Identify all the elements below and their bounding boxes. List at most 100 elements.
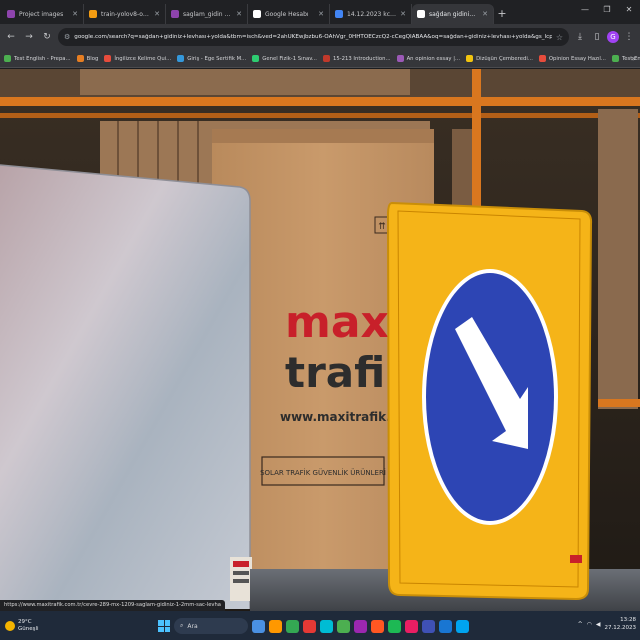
bookmark-item[interactable]: Dizüşün Çemberedi... bbox=[466, 55, 533, 62]
weather-widget[interactable]: 29°C Güneşli bbox=[0, 619, 70, 633]
brand-maxi-text: maxi bbox=[285, 297, 404, 348]
taskbar-app-icon[interactable] bbox=[388, 619, 401, 633]
tab-favicon-icon bbox=[7, 10, 15, 18]
bookmark-label: Dizüşün Çemberedi... bbox=[476, 55, 533, 62]
shelf-beam bbox=[0, 97, 640, 106]
reload-icon[interactable]: ↻ bbox=[40, 30, 54, 44]
bookmark-star-icon[interactable]: ☆ bbox=[556, 33, 563, 42]
search-label: Ara bbox=[187, 622, 198, 630]
tab-favicon-icon bbox=[417, 10, 425, 18]
bookmark-favicon-icon bbox=[76, 55, 84, 62]
speaker-icon[interactable]: ◀ bbox=[596, 621, 601, 628]
browser-tab[interactable]: Google Hesabı ✕ bbox=[248, 4, 330, 24]
bookmark-label: 15-213 Introduction... bbox=[332, 55, 391, 62]
weather-temp: 29°C bbox=[18, 618, 32, 625]
tab-close-icon[interactable]: ✕ bbox=[482, 10, 488, 18]
back-icon[interactable]: ← bbox=[4, 30, 18, 44]
site-info-icon[interactable]: ⚙ bbox=[64, 33, 70, 41]
taskbar-app-icon[interactable] bbox=[456, 619, 469, 633]
browser-tab[interactable]: Project images ✕ bbox=[2, 4, 84, 24]
product-line-text: SOLAR TRAFİK GÜVENLİK ÜRÜNLERİ bbox=[260, 468, 386, 477]
traffic-sign bbox=[386, 201, 593, 601]
bookmark-item[interactable]: 15-213 Introduction... bbox=[322, 55, 391, 62]
menu-icon[interactable]: ⋮ bbox=[622, 30, 636, 44]
restore-button[interactable]: ❐ bbox=[596, 0, 618, 20]
weather-desc: Güneşli bbox=[18, 625, 39, 632]
bookmark-item[interactable]: Genel Fizik-1 Sınav... bbox=[252, 55, 317, 62]
forward-icon[interactable]: → bbox=[22, 30, 36, 44]
bookmark-item[interactable]: Blog bbox=[76, 55, 99, 62]
bookmarks-more-icon[interactable]: » bbox=[631, 54, 636, 63]
bookmark-label: İngilizce Kelime Qui... bbox=[114, 55, 172, 62]
tab-close-icon[interactable]: ✕ bbox=[318, 10, 324, 18]
tab-favicon-icon bbox=[171, 10, 179, 18]
clock-time: 13:28 bbox=[620, 617, 636, 623]
browser-tab[interactable]: sağdan gidiniz levhası yolda ✕ bbox=[412, 4, 494, 24]
bookmark-label: Test English - Prepa... bbox=[14, 55, 71, 62]
bookmark-favicon-icon bbox=[104, 55, 112, 62]
bookmark-item[interactable]: Opinion Essay Hazıl... bbox=[538, 55, 606, 62]
url-field[interactable]: ⚙ google.com/search?q=sağdan+gidiniz+lev… bbox=[58, 28, 569, 46]
taskbar-app-icon[interactable] bbox=[371, 619, 384, 633]
taskbar-app-icon[interactable] bbox=[286, 619, 299, 633]
address-bar: ← → ↻ ⚙ google.com/search?q=sağdan+gidin… bbox=[0, 24, 640, 50]
taskbar-app-icon[interactable] bbox=[320, 619, 333, 633]
system-tray: ^ ◠ ◀ 13:28 27.12.2023 bbox=[578, 616, 636, 632]
tab-favicon-icon bbox=[253, 10, 261, 18]
bookmark-favicon-icon bbox=[177, 55, 185, 62]
bookmark-label: An opinion essay |... bbox=[406, 55, 461, 62]
taskbar-app-icon[interactable] bbox=[252, 619, 265, 633]
taskbar-app-icon[interactable] bbox=[269, 619, 282, 633]
tab-close-icon[interactable]: ✕ bbox=[154, 10, 160, 18]
clock[interactable]: 13:28 27.12.2023 bbox=[605, 616, 637, 632]
wifi-icon[interactable]: ◠ bbox=[587, 621, 592, 628]
tab-favicon-icon bbox=[335, 10, 343, 18]
bookmark-label: Blog bbox=[86, 55, 99, 62]
bookmark-item[interactable]: An opinion essay |... bbox=[396, 55, 461, 62]
browser-tab[interactable]: saglam_gidin - Annotate ✕ bbox=[166, 4, 248, 24]
tab-title: Project images bbox=[19, 10, 64, 18]
close-window-button[interactable]: ✕ bbox=[618, 0, 640, 20]
bookmark-item[interactable]: Giriş - Ege Sertifik M... bbox=[177, 55, 246, 62]
image-preview[interactable]: ⇈ maxi trafik www.maxitrafik.com SOLAR T… bbox=[0, 69, 640, 611]
bookmark-favicon-icon bbox=[611, 55, 619, 62]
bookmark-item[interactable]: Test English - Prepa... bbox=[4, 55, 71, 62]
taskbar-app-icon[interactable] bbox=[337, 619, 350, 633]
profile-avatar[interactable]: G bbox=[607, 31, 619, 43]
bookmarks-bar: Test English - Prepa... Blog İngilizce Kel… bbox=[0, 50, 640, 68]
taskbar-app-icon[interactable] bbox=[439, 619, 452, 633]
tab-close-icon[interactable]: ✕ bbox=[236, 10, 242, 18]
status-url: https://www.maxitrafik.com.tr/cevre-289-… bbox=[0, 600, 225, 611]
browser-tab[interactable]: 14.12.2023 kcsk-frame - Goog ✕ bbox=[330, 4, 412, 24]
tab-favicon-icon bbox=[89, 10, 97, 18]
search-icon: ⌕ bbox=[180, 622, 184, 629]
bookmark-item[interactable]: İngilizce Kelime Qui... bbox=[104, 55, 171, 62]
tab-title: sağdan gidiniz levhası yolda bbox=[429, 10, 478, 18]
bookmark-label: Genel Fizik-1 Sınav... bbox=[262, 55, 317, 62]
bookmark-favicon-icon bbox=[322, 55, 330, 62]
bookmark-favicon-icon bbox=[396, 55, 404, 62]
bookmark-favicon-icon bbox=[538, 55, 546, 62]
minimize-button[interactable]: — bbox=[574, 0, 596, 20]
tab-title: 14.12.2023 kcsk-frame - Goog bbox=[347, 10, 396, 18]
url-text: google.com/search?q=sağdan+gidiniz+levha… bbox=[74, 34, 552, 40]
windows-start-icon[interactable] bbox=[158, 620, 170, 632]
browser-tab[interactable]: train-yolov8-object-detection ✕ bbox=[84, 4, 166, 24]
taskbar-app-icon[interactable] bbox=[405, 619, 418, 633]
new-tab-button[interactable]: + bbox=[494, 4, 510, 24]
taskbar-app-icon[interactable] bbox=[422, 619, 435, 633]
download-icon[interactable]: ⤓ bbox=[573, 30, 587, 44]
chevron-up-icon[interactable]: ^ bbox=[578, 621, 583, 628]
tab-close-icon[interactable]: ✕ bbox=[72, 10, 78, 18]
tab-title: train-yolov8-object-detection bbox=[101, 10, 150, 18]
product-photo: ⇈ maxi trafik www.maxitrafik.com SOLAR T… bbox=[0, 69, 640, 611]
windows-taskbar: 29°C Güneşli ⌕ Ara ^ ◠ ◀ 13:28 27.12.202… bbox=[0, 611, 640, 640]
bookmark-label: Giriş - Ege Sertifik M... bbox=[187, 55, 247, 62]
tab-close-icon[interactable]: ✕ bbox=[400, 10, 406, 18]
sidepanel-icon[interactable]: ▯ bbox=[590, 30, 604, 44]
taskbar-search[interactable]: ⌕ Ara bbox=[174, 618, 248, 634]
taskbar-app-icon[interactable] bbox=[303, 619, 316, 633]
svg-text:⇈: ⇈ bbox=[378, 222, 386, 232]
tab-strip: Project images✕train-yolov8-object-detec… bbox=[0, 0, 640, 24]
taskbar-app-icon[interactable] bbox=[354, 619, 367, 633]
